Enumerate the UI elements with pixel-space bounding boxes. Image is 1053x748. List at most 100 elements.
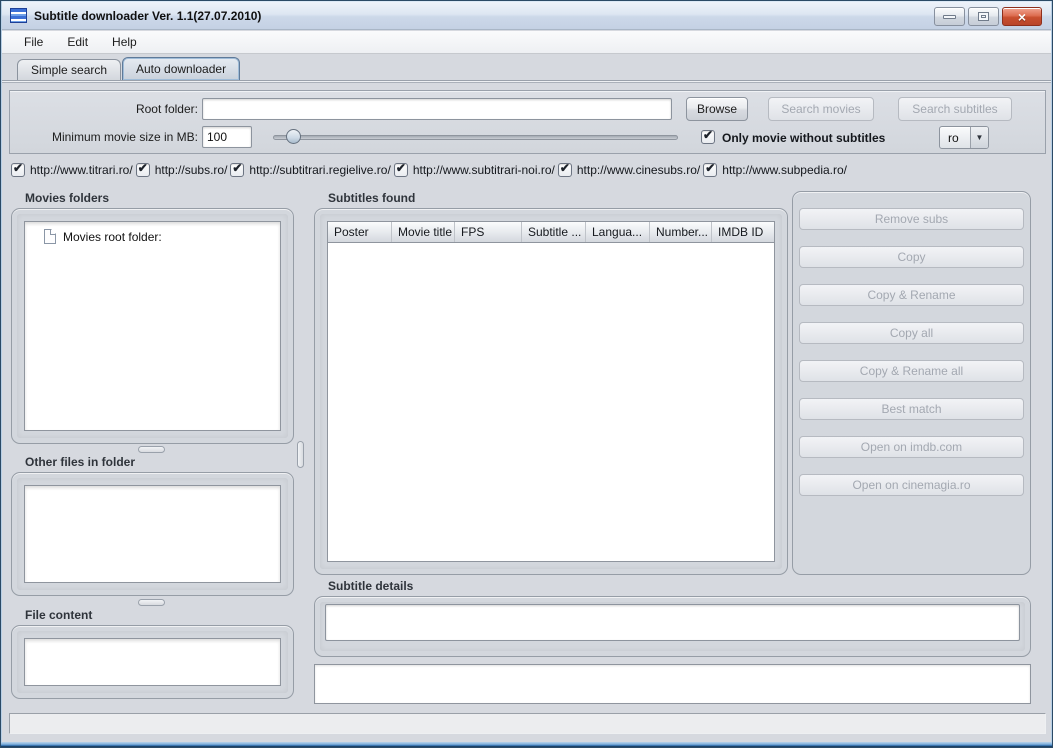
open-imdb-button[interactable]: Open on imdb.com [799,436,1024,458]
only-without-subs-checkbox[interactable] [701,130,715,144]
status-bar [9,713,1046,734]
minimize-icon [943,15,956,19]
min-size-label: Minimum movie size in MB: [10,130,198,144]
tab-content-divider [2,80,1051,83]
tree-item-label: Movies root folder: [63,230,162,244]
notes-textarea[interactable] [314,664,1031,704]
source-item: http://www.subpedia.ro/ [703,163,850,177]
copy-button[interactable]: Copy [799,246,1024,268]
tree-item-root[interactable]: Movies root folder: [25,222,280,244]
subtitles-found-title: Subtitles found [314,191,788,208]
movies-folders-tree[interactable]: Movies root folder: [24,221,281,431]
close-button[interactable]: × [1002,7,1042,26]
column-header-subtitle[interactable]: Subtitle ... [522,222,586,242]
vertical-split-handle[interactable] [297,441,304,468]
movies-folders-panel: Movies folders Movies root folder: [11,191,294,444]
source-checkbox[interactable] [11,163,25,177]
horizontal-split-handle[interactable] [138,599,165,606]
source-url: http://www.subtitrari-noi.ro/ [413,163,555,177]
movies-folders-title: Movies folders [11,191,294,208]
min-size-input[interactable] [202,126,252,148]
tab-bar: Simple search Auto downloader [2,55,1051,80]
source-url: http://www.cinesubs.ro/ [577,163,700,177]
tab-simple-search[interactable]: Simple search [17,59,121,80]
tab-auto-downloader[interactable]: Auto downloader [122,57,240,80]
open-cinemagia-button[interactable]: Open on cinemagia.ro [799,474,1024,496]
file-content-panel: File content [11,608,294,699]
window-bottom-edge [1,742,1052,747]
slider-track [273,135,678,140]
other-files-list[interactable] [24,485,281,583]
column-header-fps[interactable]: FPS [455,222,522,242]
table-body[interactable] [328,243,774,561]
root-folder-label: Root folder: [10,102,198,116]
best-match-button[interactable]: Best match [799,398,1024,420]
menu-edit[interactable]: Edit [55,32,100,52]
file-icon [44,229,56,244]
subtitle-details-panel: Subtitle details [314,579,1031,657]
window-title: Subtitle downloader Ver. 1.1(27.07.2010) [34,9,261,23]
language-value: ro [940,127,970,148]
other-files-box [11,472,294,596]
chevron-down-icon: ▼ [970,127,988,148]
only-without-subs-label: Only movie without subtitles [722,131,885,145]
file-content-box [11,625,294,699]
source-item: http://www.subtitrari-noi.ro/ [394,163,558,177]
source-item: http://www.titrari.ro/ [11,163,136,177]
subtitles-found-panel: Subtitles found Poster Movie title FPS S… [314,191,788,575]
subtitle-details-box [314,596,1031,657]
source-url: http://www.subpedia.ro/ [722,163,847,177]
subtitles-found-box: Poster Movie title FPS Subtitle ... Lang… [314,208,788,575]
title-bar: Subtitle downloader Ver. 1.1(27.07.2010)… [2,2,1051,30]
column-header-poster[interactable]: Poster [328,222,392,242]
subtitles-table[interactable]: Poster Movie title FPS Subtitle ... Lang… [327,221,775,562]
root-folder-input[interactable] [202,98,672,120]
window-controls: × [934,7,1042,26]
movies-folders-box: Movies root folder: [11,208,294,444]
menu-file[interactable]: File [12,32,55,52]
min-size-slider[interactable] [273,129,678,145]
maximize-icon [978,12,989,21]
app-icon [10,8,27,23]
menu-help[interactable]: Help [100,32,149,52]
source-url: http://subtitrari.regielive.ro/ [249,163,390,177]
column-header-imdb-id[interactable]: IMDB ID [712,222,774,242]
source-checkbox[interactable] [703,163,717,177]
search-settings-panel: Root folder: Browse Search movies Search… [9,90,1046,154]
subtitle-details-input[interactable] [325,604,1020,641]
table-header-row: Poster Movie title FPS Subtitle ... Lang… [328,222,774,243]
column-header-language[interactable]: Langua... [586,222,650,242]
source-checkbox[interactable] [136,163,150,177]
actions-panel: Remove subs Copy Copy & Rename Copy all … [792,191,1031,575]
copy-rename-button[interactable]: Copy & Rename [799,284,1024,306]
app-window: Subtitle downloader Ver. 1.1(27.07.2010)… [0,0,1053,748]
column-header-movie-title[interactable]: Movie title [392,222,455,242]
source-item: http://subs.ro/ [136,163,231,177]
subtitle-details-title: Subtitle details [314,579,1031,596]
other-files-panel: Other files in folder [11,455,294,596]
source-url: http://www.titrari.ro/ [30,163,133,177]
minimize-button[interactable] [934,7,965,26]
source-checkbox[interactable] [230,163,244,177]
source-url: http://subs.ro/ [155,163,228,177]
browse-button[interactable]: Browse [686,97,748,121]
menu-bar: File Edit Help [2,31,1051,54]
other-files-title: Other files in folder [11,455,294,472]
maximize-button[interactable] [968,7,999,26]
horizontal-split-handle[interactable] [138,446,165,453]
copy-all-button[interactable]: Copy all [799,322,1024,344]
subtitle-sources-row: http://www.titrari.ro/ http://subs.ro/ h… [11,158,850,182]
source-item: http://www.cinesubs.ro/ [558,163,703,177]
file-content-area[interactable] [24,638,281,686]
language-select[interactable]: ro ▼ [939,126,989,149]
source-checkbox[interactable] [394,163,408,177]
search-subtitles-button[interactable]: Search subtitles [898,97,1012,121]
search-movies-button[interactable]: Search movies [768,97,874,121]
column-header-number[interactable]: Number... [650,222,712,242]
source-checkbox[interactable] [558,163,572,177]
min-size-slider-thumb[interactable] [286,129,301,144]
close-icon: × [1018,10,1026,24]
remove-subs-button[interactable]: Remove subs [799,208,1024,230]
copy-rename-all-button[interactable]: Copy & Rename all [799,360,1024,382]
source-item: http://subtitrari.regielive.ro/ [230,163,393,177]
